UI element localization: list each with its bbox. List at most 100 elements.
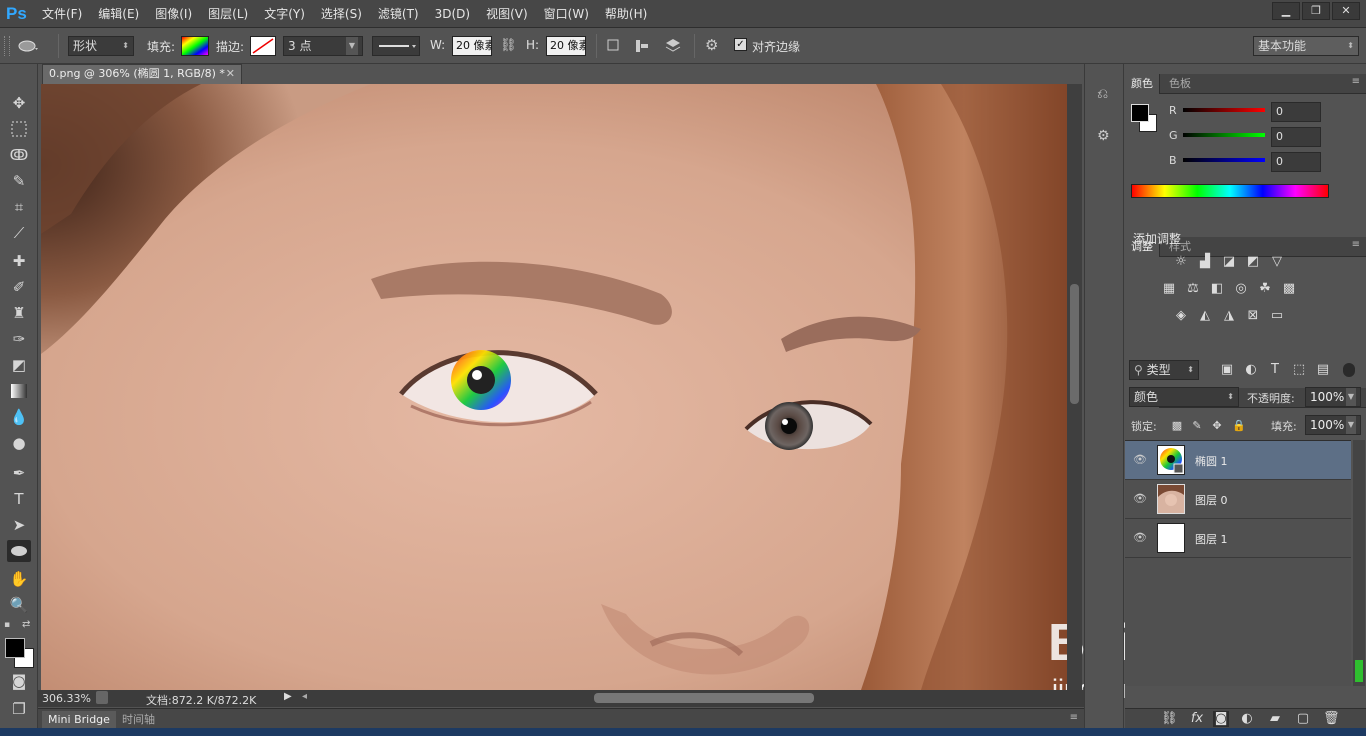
selective-color-icon[interactable]: ⊠ — [1245, 308, 1261, 324]
threshold-icon[interactable]: ◮ — [1221, 308, 1237, 324]
screen-mode-icon[interactable]: ❐ — [7, 698, 31, 720]
grip-handle[interactable] — [4, 36, 10, 56]
exposure-icon[interactable]: ◩ — [1245, 254, 1261, 270]
r-slider[interactable] — [1183, 108, 1265, 112]
panel-menu-icon[interactable]: ≡ — [1352, 239, 1360, 250]
new-adjustment-layer-icon[interactable]: ◐ — [1239, 711, 1255, 727]
close-button[interactable]: ✕ — [1332, 2, 1360, 20]
foreground-color-swatch[interactable] — [1131, 104, 1149, 122]
vertical-scroll-thumb[interactable] — [1070, 284, 1079, 404]
stroke-type-select[interactable] — [372, 36, 420, 56]
status-icon[interactable] — [96, 691, 108, 704]
layer-name[interactable]: 图层 1 — [1195, 531, 1228, 547]
layer-row-layer1[interactable]: 👁 图层 1 — [1125, 519, 1351, 558]
opacity-input[interactable]: 100% ▼ — [1305, 387, 1361, 407]
default-colors-icon[interactable]: ▪ — [4, 620, 16, 630]
new-group-icon[interactable]: ▰ — [1267, 711, 1283, 727]
document-tab[interactable]: 0.png @ 306% (椭圆 1, RGB/8) * ✕ — [42, 64, 242, 84]
menu-help[interactable]: 帮助(H) — [597, 0, 655, 28]
visibility-eye-icon[interactable]: 👁 — [1133, 531, 1147, 545]
layer-row-layer0[interactable]: 👁 图层 0 — [1125, 480, 1351, 519]
menu-window[interactable]: 窗口(W) — [536, 0, 597, 28]
link-icon[interactable]: ⛓ — [500, 38, 517, 54]
color-lookup-icon[interactable]: ▩ — [1281, 281, 1297, 297]
invert-icon[interactable]: ◈ — [1173, 308, 1189, 324]
menu-filter[interactable]: 滤镜(T) — [370, 0, 427, 28]
ellipse-tool-preset-icon[interactable] — [18, 39, 40, 53]
brush-tool-icon[interactable]: ✐ — [7, 276, 31, 298]
status-menu-arrow-icon[interactable]: ▶ — [284, 691, 292, 702]
width-input[interactable]: 20 像素 — [452, 36, 492, 56]
filter-pixel-icon[interactable]: ▣ — [1219, 362, 1235, 378]
color-spectrum-ramp[interactable] — [1131, 184, 1329, 198]
brightness-contrast-icon[interactable]: ☼ — [1173, 254, 1189, 270]
dodge-tool-icon[interactable]: ● — [7, 432, 31, 454]
eyedropper-tool-icon[interactable]: ⟋ — [7, 222, 31, 244]
quick-mask-icon[interactable]: ◙ — [7, 670, 31, 692]
quick-selection-tool-icon[interactable]: ✎ — [7, 170, 31, 192]
zoom-tool-icon[interactable]: 🔍 — [7, 594, 31, 616]
stroke-swatch[interactable] — [250, 36, 276, 56]
document-canvas[interactable] — [41, 84, 1067, 690]
filter-shape-icon[interactable]: ⬚ — [1291, 362, 1307, 378]
tab-mini-bridge[interactable]: Mini Bridge — [42, 711, 116, 728]
menu-edit[interactable]: 编辑(E) — [90, 0, 147, 28]
layer-name[interactable]: 图层 0 — [1195, 492, 1228, 508]
menu-view[interactable]: 视图(V) — [478, 0, 536, 28]
tab-swatches[interactable]: 色板 — [1163, 74, 1197, 94]
scroll-left-icon[interactable]: ◂ — [302, 691, 307, 702]
g-input[interactable]: 0 — [1271, 127, 1321, 147]
curves-icon[interactable]: ◪ — [1221, 254, 1237, 270]
color-balance-icon[interactable]: ⚖ — [1185, 281, 1201, 297]
panel-menu-icon[interactable]: ≡ — [1352, 76, 1360, 87]
menu-select[interactable]: 选择(S) — [313, 0, 370, 28]
lock-all-icon[interactable]: 🔒 — [1231, 418, 1247, 434]
black-white-icon[interactable]: ◧ — [1209, 281, 1225, 297]
type-tool-icon[interactable]: T — [7, 488, 31, 510]
visibility-eye-icon[interactable]: 👁 — [1133, 492, 1147, 506]
history-brush-tool-icon[interactable]: ✑ — [7, 328, 31, 350]
r-input[interactable]: 0 — [1271, 102, 1321, 122]
filter-adjustment-icon[interactable]: ◐ — [1243, 362, 1259, 378]
gradient-map-icon[interactable]: ▭ — [1269, 308, 1285, 324]
posterize-icon[interactable]: ◭ — [1197, 308, 1213, 324]
filter-type-icon[interactable]: T — [1267, 362, 1283, 378]
vertical-scrollbar[interactable] — [1067, 84, 1082, 690]
close-tab-icon[interactable]: ✕ — [226, 65, 235, 83]
path-arrangement-icon[interactable] — [664, 37, 682, 55]
gradient-tool-icon[interactable] — [7, 380, 31, 402]
fill-swatch[interactable] — [181, 36, 209, 56]
path-selection-tool-icon[interactable]: ➤ — [7, 514, 31, 536]
move-tool-icon[interactable]: ✥ — [7, 92, 31, 114]
marquee-tool-icon[interactable] — [7, 118, 31, 140]
fill-input[interactable]: 100% ▼ — [1305, 415, 1361, 435]
clone-stamp-tool-icon[interactable]: ♜ — [7, 302, 31, 324]
add-mask-icon[interactable]: ◙ — [1213, 711, 1229, 727]
photo-filter-icon[interactable]: ◎ — [1233, 281, 1249, 297]
healing-brush-tool-icon[interactable]: ✚ — [7, 250, 31, 272]
gear-icon[interactable]: ⚙ — [705, 36, 725, 56]
lasso-tool-icon[interactable]: ↂ — [7, 144, 31, 166]
lock-pixels-icon[interactable]: ✎ — [1189, 418, 1205, 434]
layers-scroll-thumb[interactable] — [1355, 660, 1363, 682]
blur-tool-icon[interactable]: 💧 — [7, 406, 31, 428]
filter-smart-object-icon[interactable]: ▤ — [1315, 362, 1331, 378]
link-layers-icon[interactable]: ⛓ — [1161, 711, 1178, 727]
layers-scrollbar[interactable] — [1353, 440, 1365, 686]
pen-tool-icon[interactable]: ✒ — [7, 462, 31, 484]
history-panel-icon[interactable]: ⎌ — [1097, 86, 1115, 104]
lock-position-icon[interactable]: ✥ — [1209, 418, 1225, 434]
levels-icon[interactable]: ▟ — [1197, 254, 1213, 270]
path-operations-icon[interactable] — [606, 38, 622, 54]
filter-toggle[interactable] — [1343, 363, 1355, 377]
hue-saturation-icon[interactable]: ▦ — [1161, 281, 1177, 297]
vibrance-icon[interactable]: ▽ — [1269, 254, 1285, 270]
horizontal-scroll-thumb[interactable] — [594, 693, 814, 703]
stroke-width-field[interactable]: 3 点 ▼ — [283, 36, 363, 56]
tool-mode-select[interactable]: 形状 ⬍ — [68, 36, 134, 56]
b-slider[interactable] — [1183, 158, 1265, 162]
layer-filter-kind-select[interactable]: ⚲ 类型 ⬍ — [1129, 360, 1199, 380]
channel-mixer-icon[interactable]: ☘ — [1257, 281, 1273, 297]
restore-button[interactable]: ❐ — [1302, 2, 1330, 20]
tab-timeline[interactable]: 时间轴 — [118, 711, 159, 728]
